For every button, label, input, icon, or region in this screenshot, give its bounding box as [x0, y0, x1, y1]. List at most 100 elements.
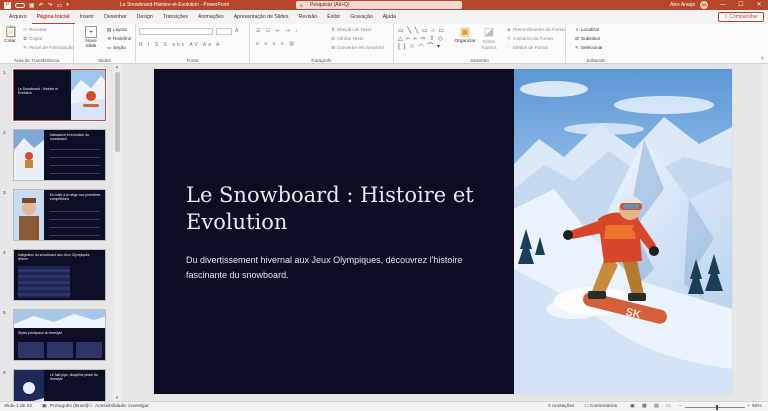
close-button[interactable]: ✕ [750, 0, 768, 10]
thumbnail-table [18, 266, 70, 298]
tab-exibir[interactable]: Exibir [322, 10, 345, 24]
clipboard-group-label: Área de Transferência [13, 58, 60, 63]
snowboarder-image[interactable]: SK [514, 69, 732, 394]
slide-thumbnail[interactable]: Naissance et évolution du snowboard [13, 129, 106, 181]
notes-button[interactable]: ≡ Anotações [548, 402, 575, 411]
zoom-level[interactable]: 94% [752, 402, 762, 411]
reading-view-icon[interactable]: ▤ [654, 402, 659, 411]
font-family-select[interactable] [139, 28, 213, 35]
pen-icon: ✎ [507, 36, 511, 41]
tab-transicoes[interactable]: Transições [158, 10, 193, 24]
comments-button[interactable]: ▭ Comentários [584, 402, 617, 411]
section-icon: ▭ [106, 45, 112, 50]
new-slide-button[interactable]: + Novo Slide [80, 26, 102, 49]
save-icon[interactable]: ▣ [29, 2, 35, 9]
tab-pagina-inicial[interactable]: Página Inicial [31, 10, 75, 24]
spellcheck-icon[interactable]: ▣ [42, 402, 47, 411]
redo-icon[interactable]: ↷ [48, 2, 53, 9]
minimize-button[interactable]: — [714, 0, 732, 10]
zoom-slider[interactable] [685, 406, 745, 408]
reset-button[interactable]: ⟲ Redefinir [106, 35, 131, 42]
tab-gravacao[interactable]: Gravação [345, 10, 378, 24]
slideshow-view-icon[interactable]: ▭ [666, 402, 671, 411]
thumbnail-row[interactable]: 3 Du loisir à la neige aux premières com… [0, 189, 112, 241]
tab-design[interactable]: Design [132, 10, 158, 24]
tab-ajuda[interactable]: Ajuda [378, 10, 401, 24]
tab-inserir[interactable]: Inserir [75, 10, 99, 24]
customize-toolbar-icon[interactable]: ▾ [66, 2, 69, 8]
tab-arquivo[interactable]: Arquivo [4, 10, 32, 24]
tab-animacoes[interactable]: Animações [193, 10, 229, 24]
tab-desenhar[interactable]: Desenhar [99, 10, 132, 24]
scroll-up-icon[interactable]: ▲ [113, 64, 121, 70]
current-slide[interactable]: Le Snowboard : Histoire et Evolution Du … [154, 69, 732, 394]
autosave-toggle-icon[interactable] [15, 2, 25, 8]
thumbnail-image [14, 310, 105, 328]
shapes-gallery[interactable]: ▭ ╲ ╲ ▭ ○ ▭ △ ⌐ ⌐ ⇨ ⇧ ◇{ } ☆ ◠ ⌒ ▾ [398, 27, 450, 51]
zoom-in-icon[interactable]: + [747, 402, 750, 411]
format-painter-button[interactable]: ✎ Pincel de Formatação [22, 44, 74, 51]
slide-thumbnail[interactable]: Du loisir à la neige aux premières compé… [13, 189, 106, 241]
slide-title[interactable]: Le Snowboard : Histoire et Evolution [186, 182, 486, 236]
font-grow-icon[interactable]: A [235, 28, 240, 34]
quick-styles-button[interactable]: ◪ Estilos Rápidos [478, 26, 500, 51]
present-icon[interactable]: ▭ [57, 2, 63, 9]
list-buttons-icon[interactable]: ☰ ☷ ⇤ ⇥ ↕ [256, 28, 299, 34]
tab-apresentacao[interactable]: Apresentação de Slides [229, 10, 294, 24]
slide-editor-canvas: Le Snowboard : Histoire et Evolution Du … [122, 64, 768, 401]
find-button[interactable]: ⌕ Localizar [574, 26, 600, 33]
thumbnail-number: 3 [3, 191, 6, 196]
thumbnail-row[interactable]: 4 Intégration du snowboard aux Jeux Olym… [0, 249, 112, 301]
slide-subtitle[interactable]: Du divertissement hivernal aux Jeux Olym… [186, 253, 496, 283]
language-status[interactable]: Português (Brasil) [50, 402, 88, 411]
user-name[interactable]: Alex Araujo [670, 0, 695, 10]
text-direction-button[interactable]: ⇅ Direção do Texto [330, 26, 371, 33]
arrange-icon: ▣ [459, 26, 471, 38]
slides-group-label: Slides [98, 58, 111, 63]
thumbnail-row[interactable]: 1 Le Snowboard : Histoire et Evolution [0, 68, 112, 122]
zoom-out-icon[interactable]: − [679, 402, 682, 411]
copy-button[interactable]: ⧉ Copiar [22, 35, 42, 42]
share-button[interactable]: ⇪ Compartilhar [717, 12, 764, 22]
thumbnail-row[interactable]: 2 Naissance et évolution du snowboard [0, 129, 112, 181]
cut-button[interactable]: ✂ Recortar [22, 26, 47, 33]
avatar[interactable]: AA [700, 1, 708, 9]
font-format-buttons[interactable]: N I S S abc AV Aa A [139, 42, 221, 48]
collapse-ribbon-icon[interactable]: ˄ [761, 56, 764, 62]
align-buttons-icon[interactable]: ≡ ≡ ≡ ≡ ▥ [256, 41, 296, 47]
zoom-slider-handle[interactable] [716, 404, 718, 410]
layout-button[interactable]: ▤ Layout [106, 26, 127, 33]
section-button[interactable]: ▭ Seção [106, 44, 126, 51]
slides-group: + Novo Slide ▤ Layout ⟲ Redefinir ▭ Seção S… [74, 24, 136, 64]
maximize-button[interactable]: ☐ [732, 0, 750, 10]
slide-sorter-icon[interactable]: ▦ [642, 402, 647, 411]
font-size-select[interactable] [216, 28, 232, 35]
search-placeholder: Pesquisar (Alt+Q) [310, 2, 350, 8]
shape-outline-button[interactable]: ✎ Contorno da Forma [506, 35, 553, 42]
smartart-button[interactable]: ⊞ Converter em SmartArt [330, 44, 384, 51]
thumbnail-columns [18, 342, 102, 358]
scrollbar-thumb[interactable] [114, 72, 120, 152]
canvas-scrollbar[interactable] [761, 64, 768, 401]
editing-group: ⌕ Localizar ⇄ Substituir ↖ Selecionar Edita… [566, 24, 626, 64]
thumbnail-row[interactable]: 5 Styles principaux du freestyle [0, 309, 112, 361]
font-group: A N I S S abc AV Aa A Fonte [136, 24, 250, 64]
ribbon-tabs: Arquivo Página Inicial Inserir Desenhar … [0, 10, 768, 24]
slide-thumbnail[interactable]: Styles principaux du freestyle [13, 309, 106, 361]
arrange-button[interactable]: ▣ Organizar [454, 26, 476, 44]
tab-revisao[interactable]: Revisão [293, 10, 322, 24]
thumbnails-scrollbar[interactable]: ▲ ▼ [113, 64, 121, 401]
select-button[interactable]: ↖ Selecionar [574, 44, 603, 51]
accessibility-status[interactable]: Acessibilidade: investigar [95, 402, 149, 411]
shape-fill-button[interactable]: ◈ Preenchimento da Forma [506, 26, 565, 33]
search-box[interactable]: ⌕ Pesquisar (Alt+Q) [296, 1, 462, 9]
shape-effects-button[interactable]: ◌ Efeitos de Forma [506, 44, 548, 51]
normal-view-icon[interactable]: ▣ [630, 402, 635, 411]
undo-icon[interactable]: ↶ [39, 2, 44, 9]
replace-button[interactable]: ⇄ Substituir [574, 35, 600, 42]
align-text-button[interactable]: ⊟ Alinhar Texto [330, 35, 363, 42]
paste-button[interactable]: 📋 Colar [3, 26, 18, 44]
slide-thumbnail[interactable]: Le Snowboard : Histoire et Evolution [12, 68, 107, 122]
accessibility-icon: ⚇ [88, 404, 93, 409]
slide-thumbnail[interactable]: Intégration du snowboard aux Jeux Olympi… [13, 249, 106, 301]
